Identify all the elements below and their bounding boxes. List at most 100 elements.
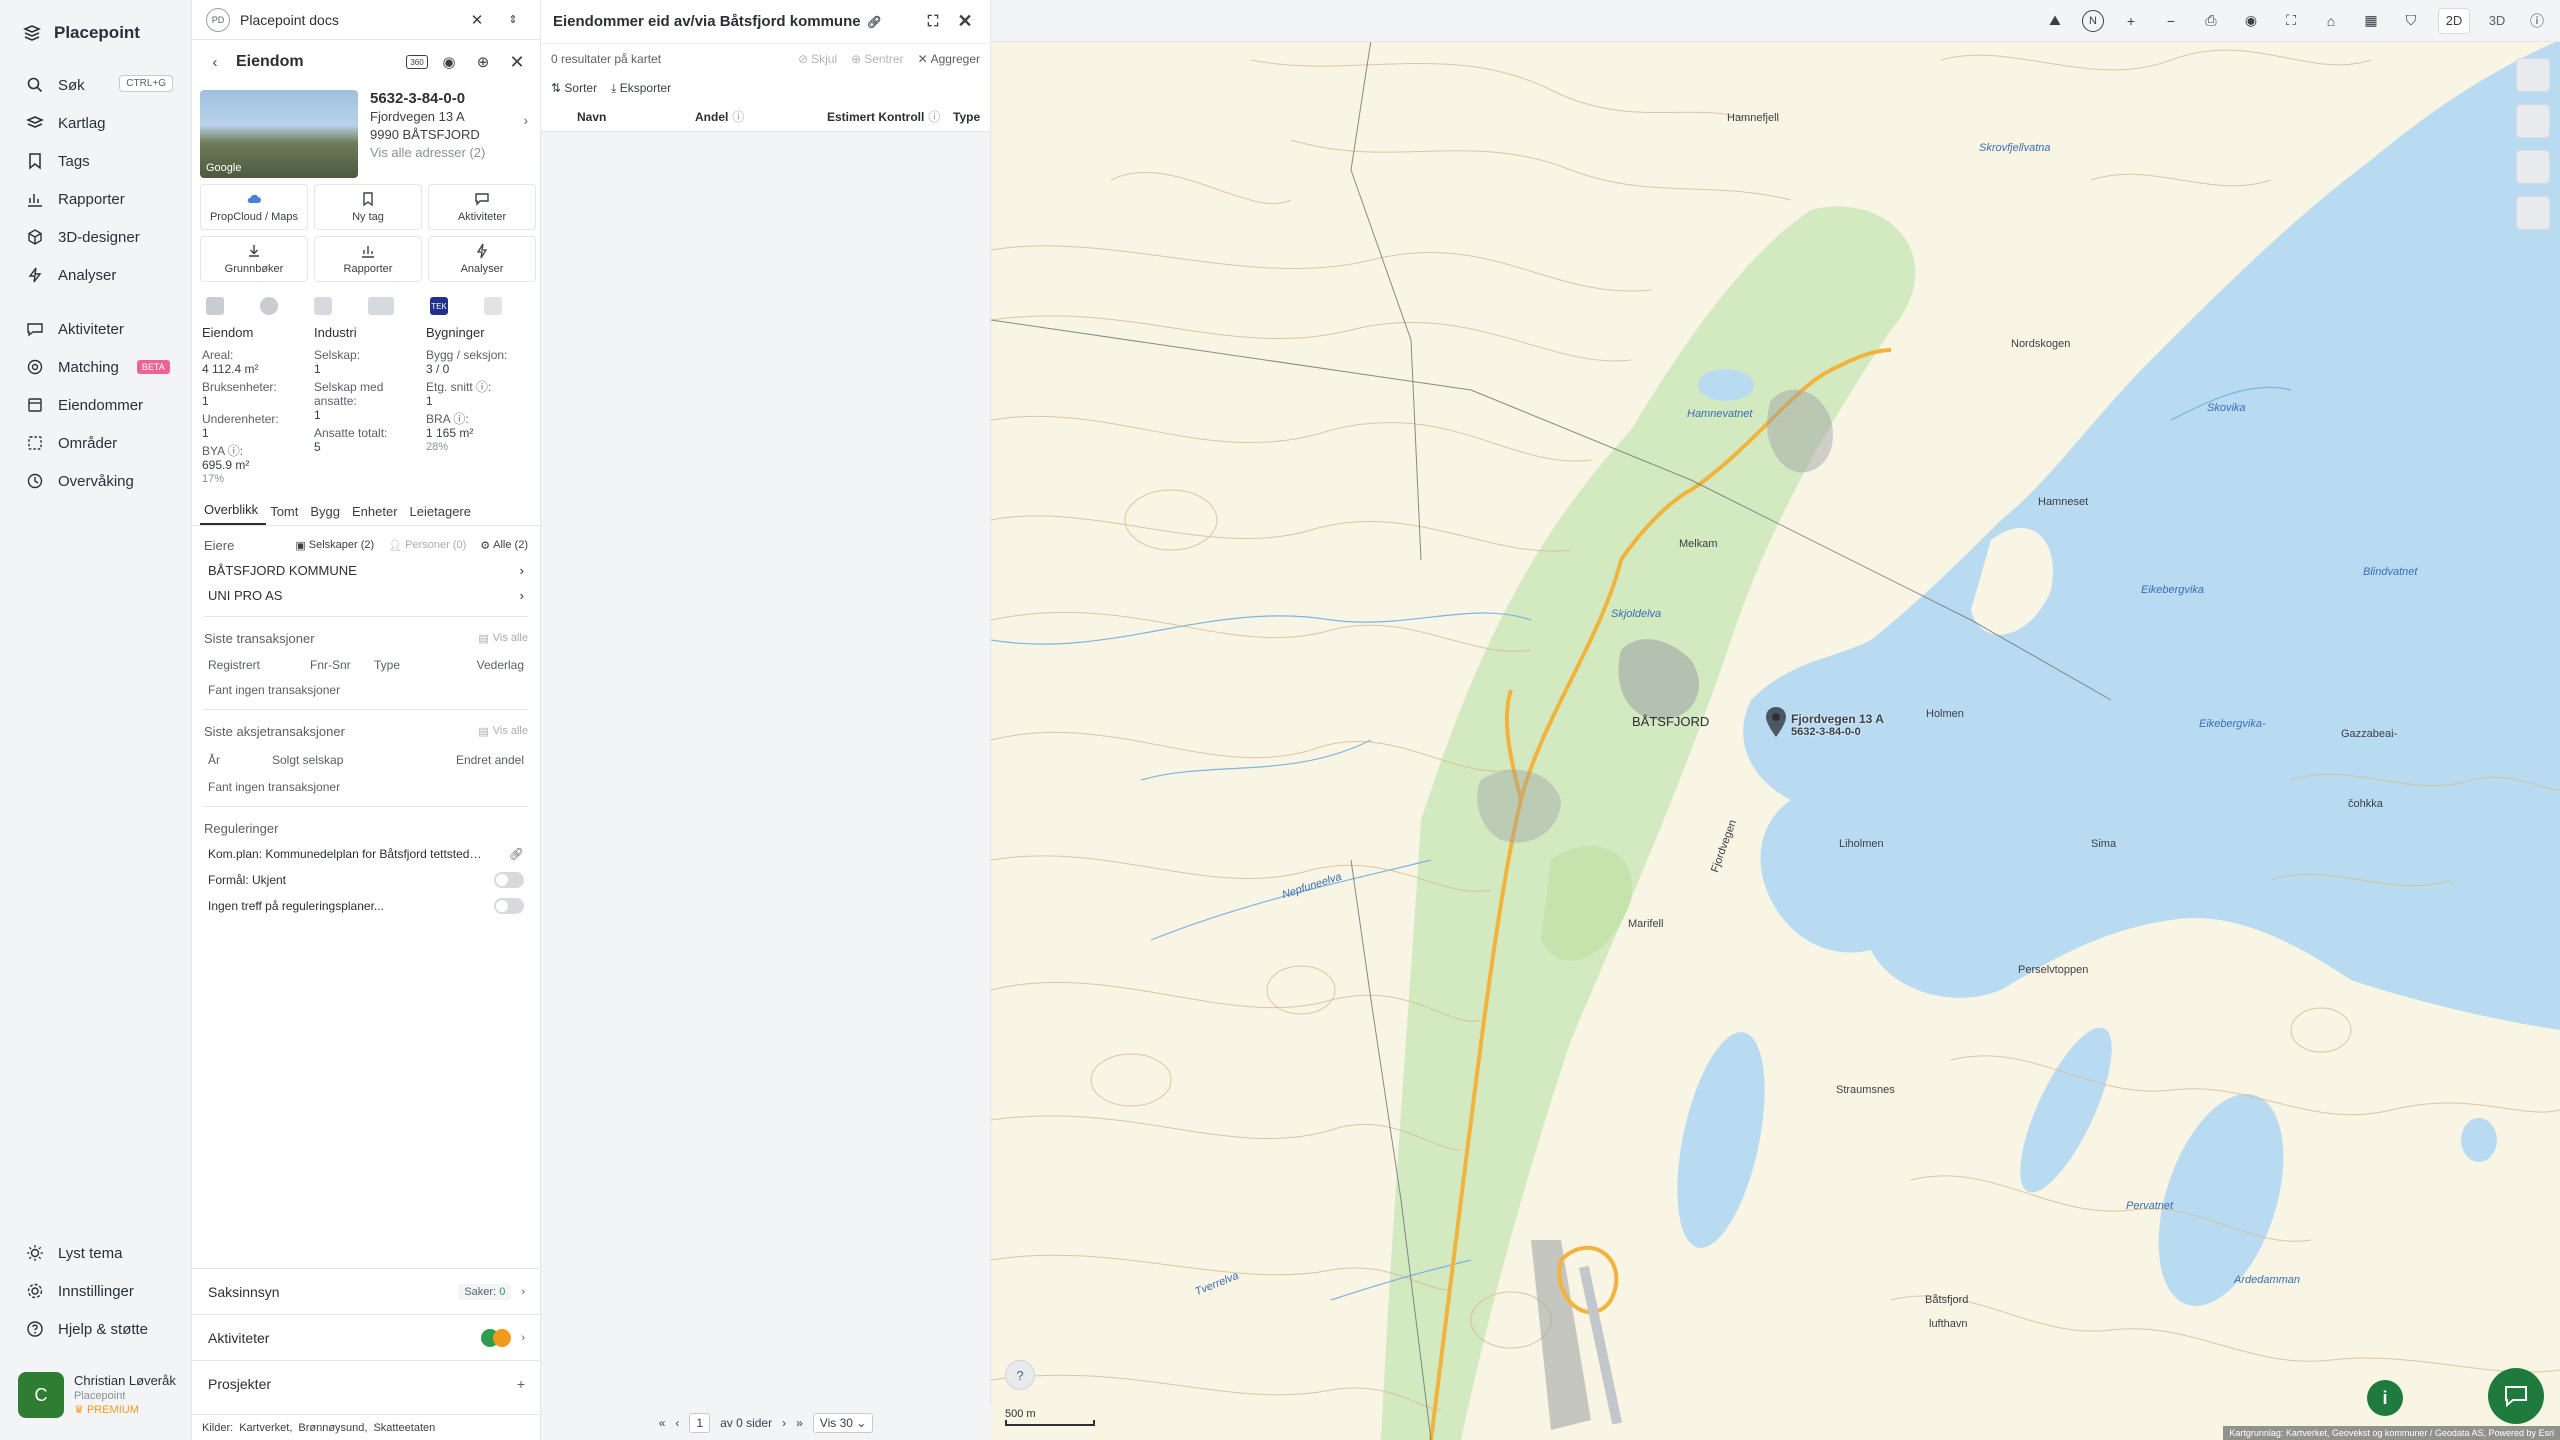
360-view-icon[interactable]: 360 [406, 55, 428, 69]
street-view-thumbnail[interactable]: Google [200, 90, 358, 178]
nav-search[interactable]: Søk CTRL+G [0, 66, 191, 104]
add-circle-icon[interactable]: ⊕ [470, 49, 496, 75]
aggregate-button[interactable]: ✕ Aggreger [918, 52, 980, 66]
hide-button[interactable]: ⊘ Skjul [798, 52, 837, 66]
source-kartverket[interactable]: Kartverket, [239, 1422, 292, 1434]
next-page-icon[interactable]: › [782, 1416, 786, 1430]
show-addresses-link[interactable]: Vis alle adresser (2) [370, 144, 532, 162]
col-navn[interactable]: Navn [541, 110, 695, 124]
measure-tool-icon[interactable] [2516, 104, 2550, 138]
camera-icon[interactable]: ⌂ [2318, 8, 2344, 34]
zoom-in-button[interactable]: + [2118, 8, 2144, 34]
eye-icon[interactable]: ◉ [2238, 8, 2264, 34]
nav-lyst-tema[interactable]: Lyst tema [0, 1234, 192, 1272]
page-input[interactable]: 1 [689, 1413, 711, 1433]
nav-matching[interactable]: Matching BETA [0, 348, 191, 386]
close-icon[interactable]: ✕ [464, 7, 490, 33]
center-button[interactable]: ⊕ Sentrer [851, 52, 903, 66]
accordion-prosjekter[interactable]: Prosjekter + [192, 1360, 541, 1406]
terrain-icon[interactable]: ⛰ [2042, 8, 2068, 34]
nav-analyser[interactable]: Analyser [0, 256, 191, 294]
layers-tool-icon[interactable] [2516, 58, 2550, 92]
chevron-updown-icon[interactable]: ⇕ [500, 7, 526, 33]
col-andel[interactable]: Andel ⓘ [695, 108, 827, 125]
print-icon[interactable]: ⎙ [2198, 8, 2224, 34]
tile-rapporter[interactable]: Rapporter [314, 236, 422, 282]
filter-companies[interactable]: ▣ Selskaper (2) [295, 539, 374, 552]
map-help-button[interactable]: ? [1005, 1360, 1035, 1390]
nav-3d-designer[interactable]: 3D-designer [0, 218, 191, 256]
last-page-icon[interactable]: » [796, 1416, 803, 1430]
mode-3d-button[interactable]: 3D [2484, 8, 2510, 34]
nav-kartlag[interactable]: Kartlag [0, 104, 191, 142]
north-arrow[interactable]: N [2082, 9, 2104, 32]
col-type[interactable]: Type [953, 110, 980, 124]
tile-aktiviteter[interactable]: Aktiviteter [428, 184, 536, 230]
owner-row[interactable]: UNI PRO AS › [204, 583, 528, 608]
source-stats-icon[interactable] [368, 297, 394, 315]
close-icon[interactable]: ✕ [952, 9, 978, 35]
property-marker[interactable]: Fjordvegen 13 A 5632-3-84-0-0 [1765, 706, 1884, 743]
link-icon[interactable]: 🔗︎ [867, 15, 882, 29]
page-size-select[interactable]: Vis 30 ⌄ [812, 1413, 874, 1433]
close-panel-icon[interactable]: ✕ [504, 49, 530, 75]
expand-icon[interactable]: ⛶ [920, 9, 946, 35]
tile-ny-tag[interactable]: Ny tag [314, 184, 422, 230]
zoom-out-button[interactable]: − [2158, 8, 2184, 34]
map-info-button[interactable]: i [2367, 1380, 2403, 1416]
tab-bygg[interactable]: Bygg [306, 504, 348, 525]
tile-propcloud[interactable]: PropCloud / Maps [200, 184, 308, 230]
bookmark-icon[interactable]: ⛉ [2398, 8, 2424, 34]
prev-page-icon[interactable]: ‹ [675, 1416, 679, 1430]
eye-icon[interactable]: ◉ [436, 49, 462, 75]
profile-tool-icon[interactable] [2516, 196, 2550, 230]
nav-eiendommer[interactable]: Eiendommer [0, 386, 191, 424]
grid-icon[interactable]: ▦ [2358, 8, 2384, 34]
export-button[interactable]: ⤓ Eksporter [611, 81, 671, 96]
nav-tags[interactable]: Tags [0, 142, 191, 180]
col-estimert-kontroll[interactable]: Estimert Kontroll ⓘ [827, 108, 953, 125]
source-grid-icon[interactable] [206, 297, 224, 315]
chat-button[interactable] [2488, 1368, 2544, 1424]
chevron-right-icon[interactable]: › [524, 112, 528, 130]
mode-2d-button[interactable]: 2D [2438, 7, 2470, 34]
tab-enheter[interactable]: Enheter [348, 504, 406, 525]
info-icon[interactable]: ⓘ [2524, 8, 2550, 34]
tab-overblikk[interactable]: Overblikk [200, 502, 267, 525]
filter-persons[interactable]: 👤︎ Personer (0) [388, 539, 466, 552]
source-skatteetaten[interactable]: Skatteetaten [373, 1422, 435, 1434]
share-transactions-show-all[interactable]: ▤ Vis alle [478, 725, 528, 738]
source-industry-icon[interactable] [314, 297, 332, 315]
reguleringsplan-toggle[interactable] [494, 898, 524, 914]
regulation-plan-row[interactable]: Kom.plan: Kommunedelplan for Båtsfjord t… [204, 841, 528, 867]
sort-button[interactable]: ⇅ Sorter [551, 81, 597, 95]
accordion-saksinnsyn[interactable]: Saksinnsyn Saker: 0 › [192, 1268, 541, 1314]
transactions-show-all[interactable]: ▤ Vis alle [478, 632, 528, 645]
chart-tool-icon[interactable] [2516, 150, 2550, 184]
accordion-aktiviteter[interactable]: Aktiviteter › [192, 1314, 541, 1360]
owner-row[interactable]: BÅTSFJORD KOMMUNE › [204, 558, 528, 583]
source-tek-icon[interactable]: TEK [430, 297, 448, 315]
link-icon[interactable]: 🔗︎ [509, 847, 524, 861]
back-icon[interactable]: ‹ [202, 49, 228, 75]
nav-hjelp[interactable]: Hjelp & støtte [0, 1310, 192, 1348]
tile-analyser[interactable]: Analyser [428, 236, 536, 282]
fullscreen-icon[interactable]: ⛶ [2278, 8, 2304, 34]
nav-rapporter[interactable]: Rapporter [0, 180, 191, 218]
nav-omrader[interactable]: Områder [0, 424, 191, 462]
brand[interactable]: Placepoint [0, 0, 191, 66]
source-globe-icon[interactable] [260, 297, 278, 315]
nav-overvaking[interactable]: Overvåking [0, 462, 191, 500]
source-home-icon[interactable] [484, 297, 502, 315]
tab-tomt[interactable]: Tomt [266, 504, 306, 525]
nav-innstillinger[interactable]: Innstillinger [0, 1272, 192, 1310]
first-page-icon[interactable]: « [659, 1416, 666, 1430]
tab-leietagere[interactable]: Leietagere [406, 504, 479, 525]
formal-toggle[interactable] [494, 872, 524, 888]
source-bronnoysund[interactable]: Brønnøysund, [298, 1422, 367, 1434]
nav-aktiviteter[interactable]: Aktiviteter [0, 310, 191, 348]
workspace-name[interactable]: Placepoint docs [240, 12, 454, 28]
tile-grunnboker[interactable]: Grunnbøker [200, 236, 308, 282]
filter-all[interactable]: ⚙︎ Alle (2) [480, 539, 528, 552]
add-icon[interactable]: + [517, 1376, 525, 1392]
